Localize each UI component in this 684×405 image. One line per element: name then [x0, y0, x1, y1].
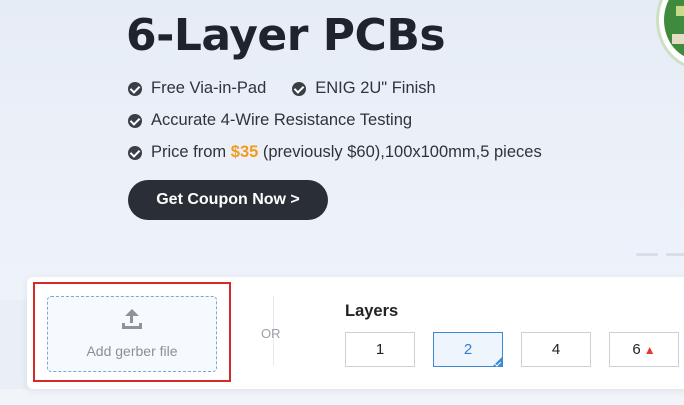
feature-label: Free Via-in-Pad [151, 79, 267, 97]
highlight-box [33, 282, 231, 382]
carousel-dot[interactable] [636, 253, 658, 256]
feature-item: ENIG 2U" Finish [292, 79, 436, 98]
feature-item: Accurate 4-Wire Resistance Testing [128, 111, 412, 130]
carousel-indicators[interactable] [636, 253, 684, 256]
price-suffix: (previously $60),100x100mm,5 pieces [258, 143, 542, 161]
check-circle-icon [128, 145, 142, 160]
pcb-component-graphic [676, 6, 684, 16]
layers-options: 1 2 4 6 ▲ [345, 332, 684, 367]
page-background [0, 389, 684, 405]
feature-label: ENIG 2U" Finish [315, 79, 436, 97]
layers-title: Layers [345, 302, 399, 320]
feature-row: Price from $35 (previously $60),100x100m… [128, 143, 568, 162]
price-line: Price from $35 (previously $60),100x100m… [151, 143, 542, 162]
feature-item: Free Via-in-Pad [128, 79, 266, 98]
feature-row: Accurate 4-Wire Resistance Testing [128, 111, 438, 130]
layer-option-label: 6 [632, 341, 641, 358]
pcb-component-graphic [672, 34, 684, 44]
price-value: $35 [230, 143, 259, 161]
layer-option-label: 1 [375, 341, 385, 358]
price-feature: Price from $35 (previously $60),100x100m… [128, 143, 542, 162]
hero-banner: 6-Layer PCBs Free Via-in-Pad ENIG 2U" Fi… [0, 0, 684, 300]
carousel-dot[interactable] [666, 253, 684, 256]
layer-option-4[interactable]: 4 [521, 332, 591, 367]
hero-title: 6-Layer PCBs [126, 10, 446, 61]
feature-label: Accurate 4-Wire Resistance Testing [151, 111, 413, 129]
or-label: OR [261, 326, 281, 341]
check-circle-icon [128, 113, 142, 128]
feature-row: Free Via-in-Pad ENIG 2U" Finish [128, 79, 462, 98]
fire-icon: ▲ [643, 342, 656, 357]
check-circle-icon [292, 81, 307, 96]
check-circle-icon [128, 81, 142, 96]
layer-option-1[interactable]: 1 [345, 332, 415, 367]
get-coupon-button[interactable]: Get Coupon Now > [128, 180, 328, 220]
selected-check-icon [494, 360, 502, 367]
layer-option-6[interactable]: 6 ▲ [609, 332, 679, 367]
layer-option-label: 4 [551, 341, 561, 358]
price-prefix: Price from [151, 143, 231, 161]
layer-option-2[interactable]: 2 [433, 332, 503, 367]
layer-option-label: 2 [463, 341, 473, 358]
